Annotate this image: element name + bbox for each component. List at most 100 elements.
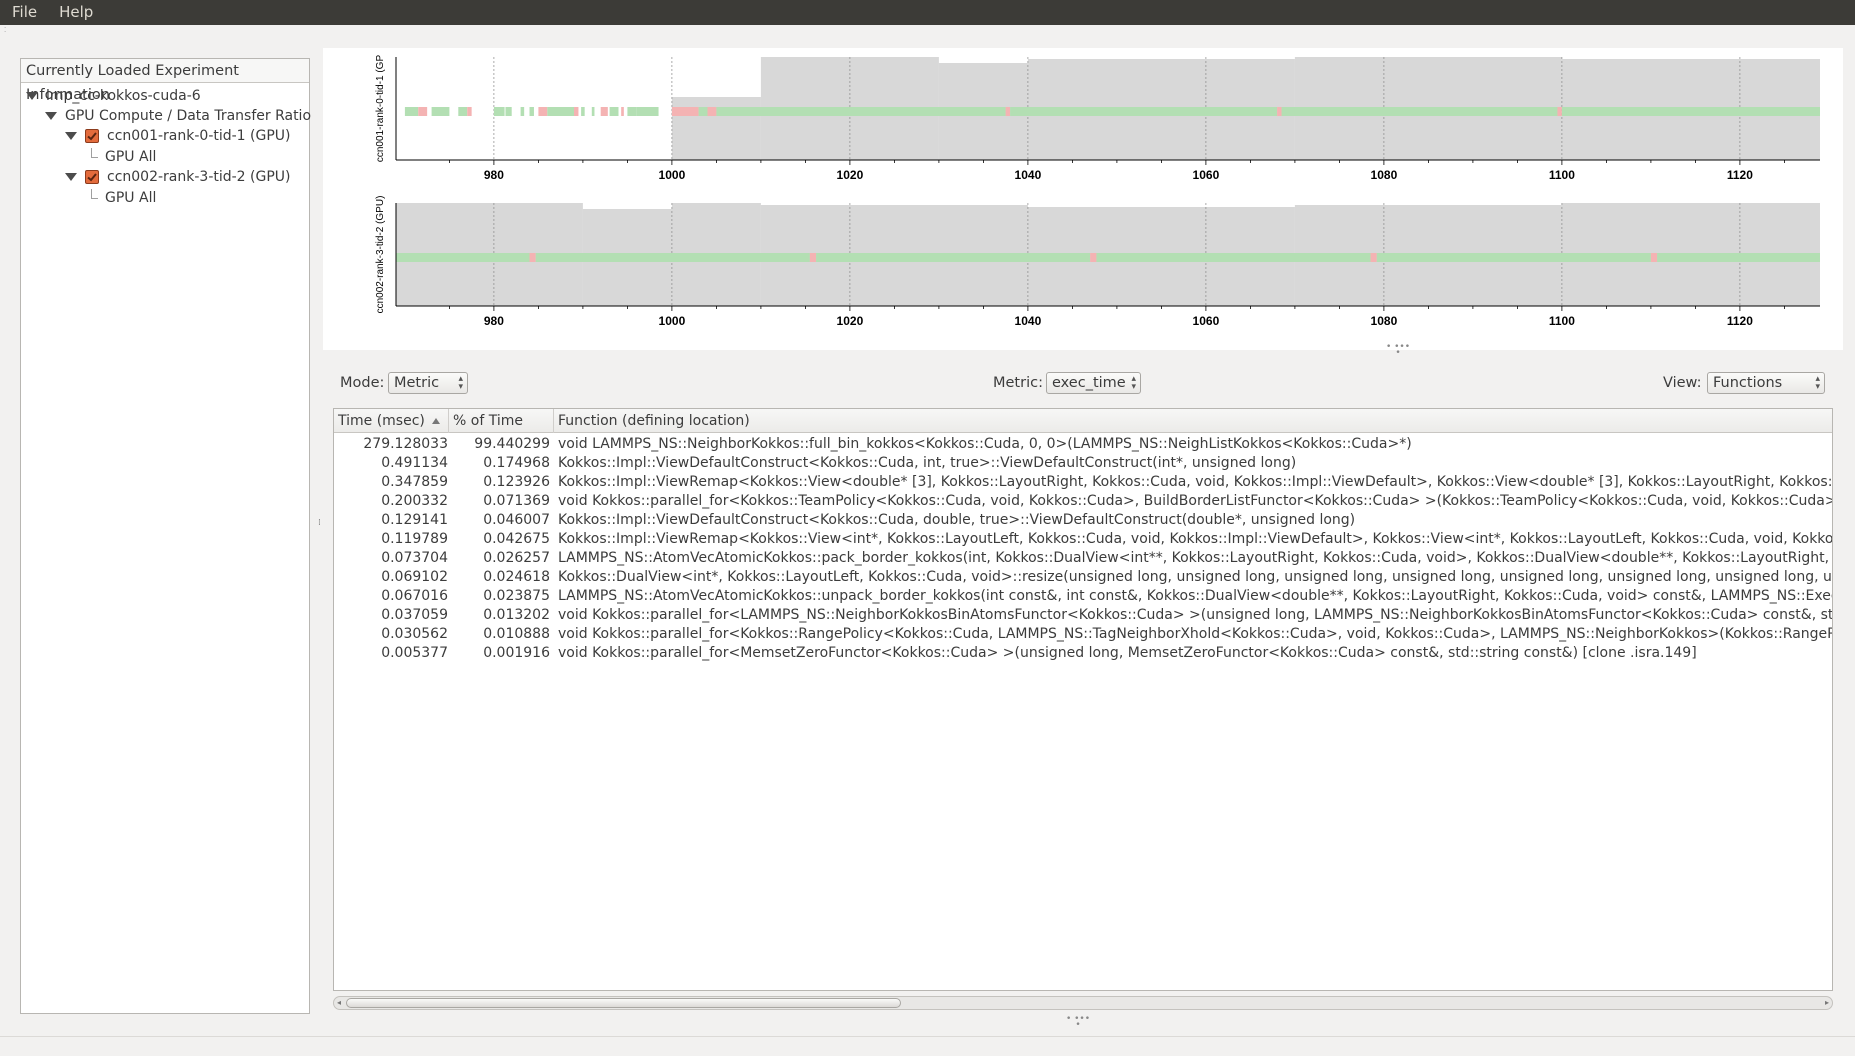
transfer-segment	[621, 107, 624, 116]
percent-cell: 0.071369	[483, 493, 550, 509]
percent-cell: 0.042675	[483, 531, 550, 547]
updown-arrow-icon: ▴ ▾	[1131, 374, 1136, 392]
table-row[interactable]: 0.067016 0.023875 LAMMPS_NS::AtomVecAtomic…	[334, 587, 1832, 606]
x-tick-label: 1000	[659, 314, 686, 328]
expand-arrow-icon[interactable]	[65, 132, 77, 140]
transfer-segment	[600, 107, 608, 116]
x-tick-label: 1120	[1727, 168, 1753, 182]
view-label: View:	[1663, 375, 1702, 391]
metric-select[interactable]: exec_time ▴ ▾	[1046, 372, 1141, 394]
tree-item-rank-3[interactable]: ccn002-rank-3-tid-2 (GPU)	[65, 167, 291, 187]
transfer-segment	[1557, 107, 1562, 116]
time-cell: 0.073704	[381, 550, 448, 566]
x-tick-label: 1080	[1371, 168, 1398, 182]
table-row[interactable]: 0.129141 0.046007 Kokkos::Impl::ViewDefaul…	[334, 511, 1832, 530]
rank-3-checkbox[interactable]	[85, 170, 99, 184]
compute-segment	[609, 107, 619, 116]
group-label: GPU Compute / Data Transfer Ratio	[65, 108, 312, 124]
compute-segment	[431, 107, 450, 116]
splitter-handle[interactable]: • ••• •	[1383, 343, 1413, 358]
column-header-function[interactable]: Function (defining location)	[554, 409, 1832, 433]
function-cell: Kokkos::Impl::ViewRemap<Kokkos::View<dou…	[558, 474, 1833, 490]
menu-help[interactable]: Help	[48, 0, 104, 25]
x-tick-label: 1080	[1371, 314, 1398, 328]
functions-table[interactable]: Time (msec) % of Time Function (defining…	[333, 408, 1833, 991]
splitter-handle[interactable]: • ••• •	[1063, 1015, 1093, 1030]
column-header-label: Function (defining location)	[558, 413, 750, 429]
column-header-time[interactable]: Time (msec)	[334, 409, 449, 433]
x-tick-label: 980	[484, 314, 504, 328]
x-tick-label: 1060	[1193, 314, 1220, 328]
experiment-label: lmp_cc-kokkos-cuda-6	[46, 88, 201, 104]
view-select[interactable]: Functions ▴ ▾	[1707, 372, 1825, 394]
function-cell: void Kokkos::parallel_for<LAMMPS_NS::Nei…	[558, 607, 1833, 623]
expand-arrow-icon[interactable]	[45, 112, 57, 120]
function-cell: void Kokkos::parallel_for<MemsetZeroFunc…	[558, 645, 1697, 661]
timeline-background-block	[671, 97, 761, 160]
function-cell: void Kokkos::parallel_for<Kokkos::TeamPo…	[558, 493, 1833, 509]
compute-segment	[591, 107, 595, 116]
metrics-panel: Mode: Metric ▴ ▾ Metric: exec_time ▴ ▾ Vie…	[323, 356, 1843, 1030]
tree-connector	[91, 148, 98, 158]
table-row[interactable]: 0.491134 0.174968 Kokkos::Impl::ViewDefaul…	[334, 454, 1832, 473]
table-row[interactable]: 0.069102 0.024618 Kokkos::DualView<int*, K…	[334, 568, 1833, 587]
tree-connector	[91, 189, 98, 199]
table-row[interactable]: 0.005377 0.001916 void Kokkos::parallel_fo…	[334, 644, 1832, 663]
column-header-percent[interactable]: % of Time	[449, 409, 554, 433]
timeline-chart-panel: 980 1000 1020 1040 1060 1080 1100 1120 ccn001-ra…	[323, 48, 1843, 358]
percent-cell: 0.024618	[483, 569, 550, 585]
scroll-left-icon[interactable]: ◂	[337, 997, 341, 1009]
mode-value: Metric	[394, 375, 440, 391]
time-cell: 0.200332	[381, 493, 448, 509]
tree-item-group[interactable]: GPU Compute / Data Transfer Ratio	[45, 106, 311, 126]
x-tick-label: 1000	[659, 168, 686, 182]
tree-item-gpu-all-0[interactable]: GPU All	[105, 147, 156, 167]
compute-segment	[1281, 107, 1558, 116]
x-tick-label: 1020	[837, 314, 864, 328]
transfer-segment	[1090, 253, 1097, 262]
transfer-segment	[467, 107, 472, 116]
x-tick-label: 1100	[1549, 168, 1575, 182]
expand-arrow-icon[interactable]	[65, 173, 77, 181]
x-tick-label: 980	[484, 168, 504, 182]
transfer-segment	[574, 107, 579, 116]
function-cell: void Kokkos::parallel_for<Kokkos::RangeP…	[558, 626, 1833, 642]
tree-item-gpu-all-3[interactable]: GPU All	[105, 188, 156, 208]
transfer-segment	[707, 107, 717, 116]
timeline-charts[interactable]: 980 1000 1020 1040 1060 1080 1100 1120 ccn001-ra…	[323, 48, 1843, 350]
menu-file[interactable]: File	[0, 0, 48, 25]
transfer-segment	[1650, 253, 1658, 262]
scroll-right-icon[interactable]: ▸	[1825, 997, 1829, 1009]
table-row[interactable]: 0.347859 0.123926 Kokkos::Impl::ViewRemap<…	[334, 473, 1833, 492]
view-value: Functions	[1713, 375, 1783, 391]
table-row[interactable]: 0.073704 0.026257 LAMMPS_NS::AtomVecAtomic…	[334, 549, 1832, 568]
time-cell: 0.005377	[381, 645, 448, 661]
expand-arrow-icon[interactable]	[26, 92, 38, 100]
checkmark-icon	[87, 173, 97, 182]
rank-0-checkbox[interactable]	[85, 129, 99, 143]
horizontal-scrollbar[interactable]: ◂ ▸	[333, 996, 1833, 1010]
table-row[interactable]: 0.030562 0.010888 void Kokkos::parallel_fo…	[334, 625, 1833, 644]
scrollbar-thumb[interactable]	[346, 998, 901, 1008]
experiment-info-panel: Currently Loaded Experiment Information …	[20, 58, 311, 1014]
table-row[interactable]: 0.119789 0.042675 Kokkos::Impl::ViewRemap<…	[334, 530, 1833, 549]
table-row[interactable]: 279.128033 99.440299 void LAMMPS_NS::Neigh…	[334, 435, 1832, 454]
table-row[interactable]: 0.037059 0.013202 void Kokkos::parallel_fo…	[334, 606, 1833, 625]
percent-cell: 0.023875	[483, 588, 550, 604]
percent-cell: 0.013202	[483, 607, 550, 623]
tree-item-rank-0[interactable]: ccn001-rank-0-tid-1 (GPU)	[65, 126, 291, 146]
table-row[interactable]: 0.200332 0.071369 void Kokkos::parallel_fo…	[334, 492, 1833, 511]
percent-cell: 0.123926	[483, 474, 550, 490]
tree-item-experiment[interactable]: lmp_cc-kokkos-cuda-6	[26, 86, 201, 106]
function-cell: Kokkos::DualView<int*, Kokkos::LayoutLef…	[558, 569, 1833, 585]
y-axis-label: ccn001-rank-0-tid-1 (GP	[375, 55, 386, 163]
time-cell: 279.128033	[363, 436, 448, 452]
mode-select[interactable]: Metric ▴ ▾	[388, 372, 468, 394]
transfer-segment	[809, 253, 817, 262]
status-bar	[0, 1036, 1855, 1056]
percent-cell: 0.026257	[483, 550, 550, 566]
side-splitter-handle[interactable]: ⁞	[318, 518, 322, 558]
transfer-segment	[1277, 107, 1282, 116]
function-cell: Kokkos::Impl::ViewRemap<Kokkos::View<int…	[558, 531, 1833, 547]
percent-cell: 0.001916	[483, 645, 550, 661]
